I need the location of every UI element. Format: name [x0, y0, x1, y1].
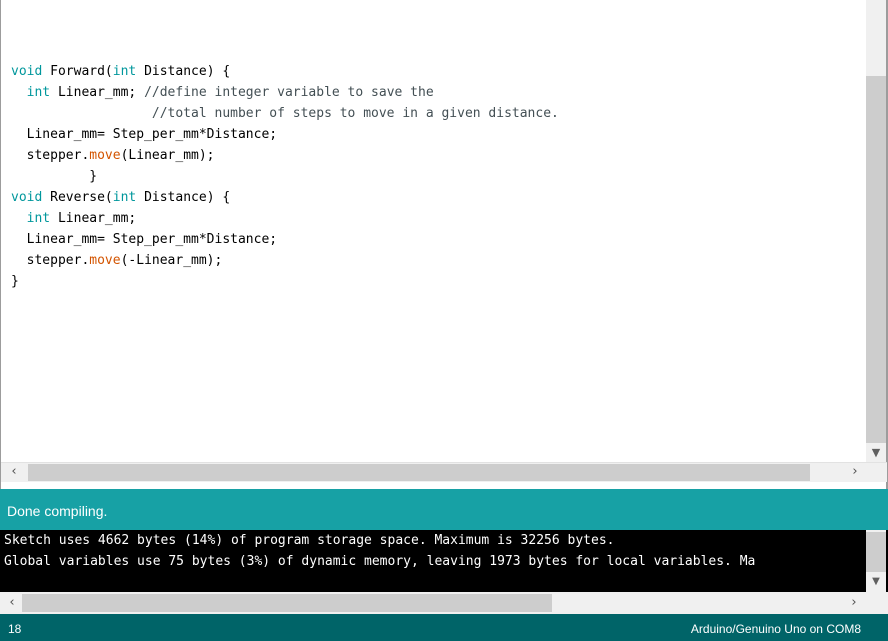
code-function: move: [89, 148, 121, 163]
console-line: Global variables use 75 bytes (3%) of dy…: [4, 554, 756, 569]
code-line[interactable]: [11, 40, 861, 61]
scroll-right-arrow-icon[interactable]: ›: [845, 462, 865, 482]
code-keyword: void: [11, 190, 43, 205]
console-line: Sketch uses 4662 bytes (14%) of program …: [4, 533, 615, 548]
code-line[interactable]: }: [11, 166, 861, 187]
status-bar: Done compiling.: [0, 489, 888, 530]
code-line[interactable]: Linear_mm= Step_per_mm*Distance;: [11, 124, 861, 145]
code-token: Distance) {: [136, 64, 231, 79]
code-token: (Linear_mm);: [120, 148, 215, 163]
console-text[interactable]: Sketch uses 4662 bytes (14%) of program …: [4, 530, 866, 592]
code-token: Forward(: [42, 64, 113, 79]
code-area[interactable]: void Forward(int Distance) { int Linear_…: [11, 40, 861, 455]
code-line[interactable]: int Linear_mm;: [11, 208, 861, 229]
footer-bar: 18 Arduino/Genuino Uno on COM8: [0, 614, 888, 641]
code-token: stepper.: [11, 253, 90, 268]
scroll-down-arrow-icon[interactable]: ▼: [866, 443, 886, 462]
code-editor[interactable]: void Forward(int Distance) { int Linear_…: [0, 0, 888, 489]
code-comment: //define integer variable to save the: [144, 85, 434, 100]
code-keyword: void: [11, 64, 43, 79]
console-scroll-right-arrow-icon[interactable]: ›: [844, 593, 864, 613]
console-scroll-left-arrow-icon[interactable]: ‹: [2, 593, 22, 613]
status-message: Done compiling.: [7, 503, 108, 519]
code-token: }: [11, 169, 98, 184]
editor-horizontal-scroll-thumb[interactable]: [28, 464, 810, 481]
code-keyword: int: [26, 211, 51, 226]
code-token: Linear_mm;: [50, 211, 137, 226]
code-keyword: int: [26, 85, 51, 100]
code-comment: //total number of steps to move in a giv…: [11, 106, 559, 121]
code-keyword: int: [112, 190, 137, 205]
scroll-left-arrow-icon[interactable]: ‹: [4, 462, 24, 482]
board-port-info: Arduino/Genuino Uno on COM8: [690, 622, 861, 636]
code-token: Linear_mm;: [50, 85, 145, 100]
line-number: 18: [8, 622, 22, 636]
editor-vertical-scroll-thumb[interactable]: [866, 76, 886, 443]
code-line[interactable]: int Linear_mm; //define integer variable…: [11, 82, 861, 103]
console-output[interactable]: Sketch uses 4662 bytes (14%) of program …: [0, 530, 888, 592]
code-line[interactable]: //total number of steps to move in a giv…: [11, 103, 861, 124]
code-token: Reverse(: [42, 190, 113, 205]
code-line[interactable]: stepper.move(-Linear_mm);: [11, 250, 861, 271]
console-scroll-down-arrow-icon[interactable]: ▼: [866, 573, 886, 591]
code-line[interactable]: void Forward(int Distance) {: [11, 61, 861, 82]
console-horizontal-scroll-thumb[interactable]: [22, 594, 552, 612]
code-line[interactable]: void Reverse(int Distance) {: [11, 187, 861, 208]
code-line[interactable]: Linear_mm= Step_per_mm*Distance;: [11, 229, 861, 250]
code-token: }: [11, 274, 19, 289]
code-function: move: [89, 253, 121, 268]
code-token: Linear_mm= Step_per_mm*Distance;: [11, 127, 278, 142]
code-token: stepper.: [11, 148, 90, 163]
code-keyword: int: [112, 64, 137, 79]
code-line[interactable]: }: [11, 271, 861, 292]
code-token: Linear_mm= Step_per_mm*Distance;: [11, 232, 278, 247]
console-vertical-scroll-thumb[interactable]: [866, 532, 886, 572]
code-token: (-Linear_mm);: [120, 253, 223, 268]
code-token: Distance) {: [136, 190, 231, 205]
code-line[interactable]: stepper.move(Linear_mm);: [11, 145, 861, 166]
